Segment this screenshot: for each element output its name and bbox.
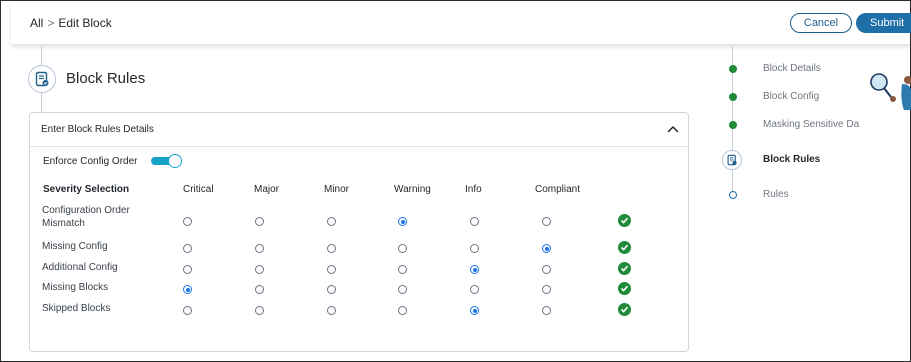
radio-compliant[interactable] [542,306,551,315]
radio-minor[interactable] [327,306,336,315]
section-title: Block Rules [66,70,146,87]
row-label: Missing Blocks [42,282,109,293]
column-header-minor: Minor [324,184,350,195]
radio-compliant[interactable] [542,244,551,253]
panel-header[interactable]: Enter Block Rules Details [30,113,688,147]
breadcrumb-all-link[interactable]: All [30,16,43,30]
radio-info[interactable] [470,265,479,274]
column-header-warning: Warning [394,184,431,195]
step-label[interactable]: Block Details [763,63,821,74]
radio-minor[interactable] [327,285,336,294]
radio-critical[interactable] [183,265,192,274]
column-header-compliant: Compliant [535,184,581,195]
column-header-severity-selection: Severity Selection [43,184,130,195]
step-dot [729,93,737,101]
step-dot [729,65,737,73]
step-label[interactable]: Block Config [763,91,819,102]
column-header-info: Info [465,184,482,195]
radio-info[interactable] [470,244,479,253]
row-label: Missing Config [42,241,108,252]
radio-critical[interactable] [183,285,192,294]
step-label[interactable]: Rules [763,189,789,200]
check-circle-icon [618,241,631,254]
breadcrumb: All > Edit Block [30,16,112,30]
radio-critical[interactable] [183,306,192,315]
check-circle-icon [618,262,631,275]
enforce-config-order-label: Enforce Config Order [43,156,138,167]
step-dot [729,191,737,199]
document-check-icon [722,150,742,170]
block-rules-panel: Enter Block Rules Details Enforce Config… [29,112,689,352]
magnifier-illustration-icon [870,73,911,110]
toggle-knob [168,154,182,168]
radio-compliant[interactable] [542,265,551,274]
radio-compliant[interactable] [542,285,551,294]
radio-warning[interactable] [398,217,407,226]
row-label: Skipped Blocks [42,303,111,314]
document-check-icon [28,65,56,93]
column-header-critical: Critical [183,184,214,195]
radio-minor[interactable] [327,217,336,226]
breadcrumb-current: Edit Block [58,16,112,30]
radio-info[interactable] [470,285,479,294]
check-circle-icon [618,282,631,295]
chevron-up-icon[interactable] [666,123,680,135]
radio-critical[interactable] [183,244,192,253]
row-label: Configuration Order Mismatch [42,205,130,229]
column-header-major: Major [254,184,280,195]
row-label: Additional Config [42,262,118,273]
breadcrumb-separator: > [47,16,55,30]
page-header: All > Edit Block Cancel Submit [11,1,911,45]
radio-major[interactable] [255,265,264,274]
radio-warning[interactable] [398,306,407,315]
step-label[interactable]: Masking Sensitive Da [763,119,859,130]
radio-minor[interactable] [327,244,336,253]
step-label[interactable]: Block Rules [763,154,820,165]
step-dot [729,121,737,129]
radio-minor[interactable] [327,265,336,274]
radio-compliant[interactable] [542,217,551,226]
enforce-config-order-toggle[interactable] [151,154,183,168]
radio-critical[interactable] [183,217,192,226]
radio-major[interactable] [255,306,264,315]
submit-button[interactable]: Submit [856,13,911,33]
radio-major[interactable] [255,217,264,226]
radio-major[interactable] [255,244,264,253]
radio-major[interactable] [255,285,264,294]
radio-warning[interactable] [398,244,407,253]
radio-info[interactable] [470,306,479,315]
cancel-button[interactable]: Cancel [790,13,852,33]
radio-warning[interactable] [398,285,407,294]
radio-warning[interactable] [398,265,407,274]
check-circle-icon [618,303,631,316]
panel-title: Enter Block Rules Details [41,124,154,135]
check-circle-icon [618,214,631,227]
radio-info[interactable] [470,217,479,226]
